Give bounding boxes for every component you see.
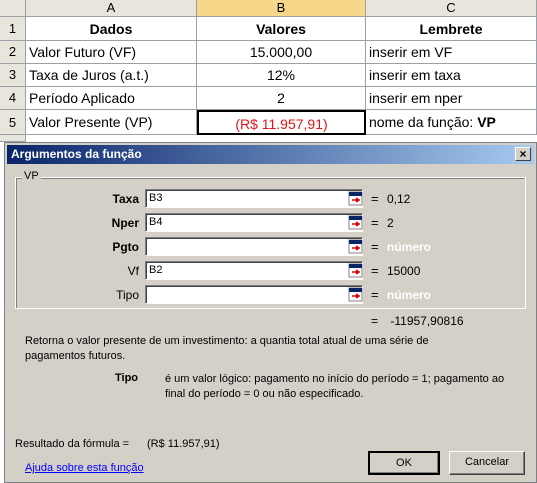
arg-label-tipo: Tipo	[116, 288, 139, 302]
cell-c5-text: nome da função:	[369, 114, 478, 130]
collapse-dialog-icon[interactable]	[348, 239, 363, 254]
cell-b5[interactable]: (R$ 11.957,91)	[197, 110, 366, 135]
arg-input-nper[interactable]: B4	[145, 213, 363, 232]
collapse-dialog-icon[interactable]	[348, 215, 363, 230]
cell-a2[interactable]: Valor Futuro (VF)	[26, 41, 197, 64]
cell-b4[interactable]: 2	[197, 87, 366, 110]
formula-result-label: Resultado da fórmula =	[15, 438, 130, 450]
cell-c2[interactable]: inserir em VF	[366, 41, 537, 64]
function-result-equals: =	[371, 314, 379, 328]
formula-result-value: (R$ 11.957,91)	[147, 438, 220, 450]
arg-label-taxa: Taxa	[112, 192, 139, 206]
cell-a5[interactable]: Valor Presente (VP)	[26, 110, 197, 135]
arg-input-tipo[interactable]	[145, 285, 363, 304]
cell-a1[interactable]: Dados	[26, 17, 197, 41]
arg-result-taxa: 0,12	[387, 192, 411, 206]
cell-a3[interactable]: Taxa de Juros (a.t.)	[26, 64, 197, 87]
argument-help-label: Tipo	[115, 372, 139, 384]
function-arguments-dialog: Argumentos da função × VP Taxa B3 = 0,12…	[4, 142, 537, 483]
cell-c5[interactable]: nome da função: VP	[366, 110, 537, 135]
cell-c5-bold-text: VP	[477, 114, 496, 130]
row-header-5[interactable]: 5	[0, 110, 26, 135]
dialog-title: Argumentos da função	[11, 147, 142, 161]
arg-equals-nper: =	[371, 215, 379, 230]
arg-result-vf: 15000	[387, 264, 421, 278]
function-result-value: -11957,90816	[390, 314, 464, 328]
arg-equals-taxa: =	[371, 191, 379, 206]
arg-equals-vf: =	[371, 263, 379, 278]
help-link[interactable]: Ajuda sobre esta função	[25, 462, 144, 474]
arg-equals-tipo: =	[371, 287, 379, 302]
row-header-2[interactable]: 2	[0, 41, 26, 64]
column-header-c[interactable]: C	[366, 0, 537, 17]
cell-b1[interactable]: Valores	[197, 17, 366, 41]
row-header-3[interactable]: 3	[0, 64, 26, 87]
ok-button[interactable]: OK	[368, 451, 440, 475]
arg-input-taxa[interactable]: B3	[145, 189, 363, 208]
arg-equals-pgto: =	[371, 239, 379, 254]
row-header-1[interactable]: 1	[0, 17, 26, 41]
function-description: Retorna o valor presente de um investime…	[25, 335, 429, 362]
arg-input-pgto[interactable]	[145, 237, 363, 256]
row-header-6[interactable]	[0, 135, 26, 142]
row-header-4[interactable]: 4	[0, 87, 26, 110]
cell-c4[interactable]: inserir em nper	[366, 87, 537, 110]
function-result: = -11957,90816	[371, 314, 464, 328]
cell-b3[interactable]: 12%	[197, 64, 366, 87]
dialog-title-bar[interactable]: Argumentos da função ×	[7, 145, 534, 164]
argument-help-text: é um valor lógico: pagamento no início d…	[165, 373, 505, 400]
arg-result-nper: 2	[387, 216, 394, 230]
collapse-dialog-icon[interactable]	[348, 191, 363, 206]
arg-result-tipo: número	[387, 288, 432, 302]
collapse-dialog-icon[interactable]	[348, 287, 363, 302]
column-header-b[interactable]: B	[197, 0, 366, 17]
cell-b2[interactable]: 15.000,00	[197, 41, 366, 64]
cell-c3[interactable]: inserir em taxa	[366, 64, 537, 87]
column-header-a[interactable]: A	[26, 0, 197, 17]
collapse-dialog-icon[interactable]	[348, 263, 363, 278]
select-all-corner[interactable]	[0, 0, 26, 17]
arg-label-pgto: Pgto	[112, 240, 139, 254]
arg-label-vf: Vf	[127, 264, 139, 278]
cell-c1[interactable]: Lembrete	[366, 17, 537, 41]
group-label: VP	[22, 170, 41, 182]
cancel-button[interactable]: Cancelar	[449, 451, 525, 475]
close-button[interactable]: ×	[515, 147, 531, 161]
spreadsheet: A B C 1 Dados Valores Lembrete 2 Valor F…	[0, 0, 537, 142]
arg-input-vf[interactable]: B2	[145, 261, 363, 280]
arg-label-nper: Nper	[111, 216, 139, 230]
cell-a4[interactable]: Período Aplicado	[26, 87, 197, 110]
arg-result-pgto: número	[387, 240, 432, 254]
